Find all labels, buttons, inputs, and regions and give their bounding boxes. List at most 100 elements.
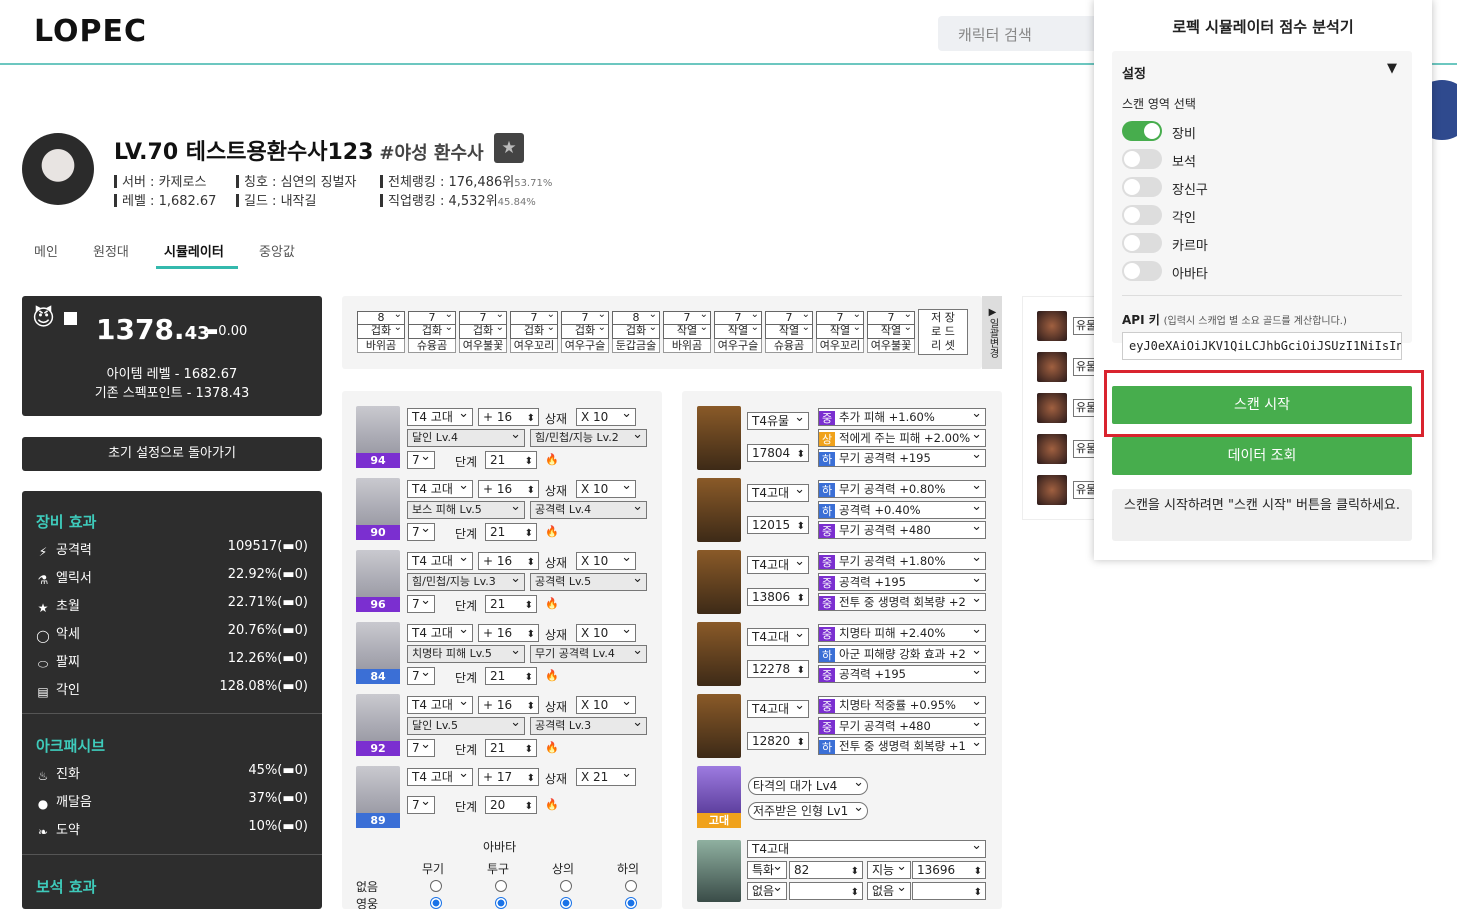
accessory-tier-select[interactable]: T4유물 <box>747 412 809 430</box>
bracelet-opt1-value[interactable] <box>789 882 863 900</box>
accessory-value-stepper[interactable]: 17804 <box>747 444 809 462</box>
bracelet-tier-select[interactable]: T4고대 <box>747 840 986 858</box>
gear-refine-stepper[interactable]: + 16 <box>478 480 539 498</box>
avatar-radio[interactable] <box>560 880 572 892</box>
gear-tier-select[interactable]: T4 고대 <box>407 624 473 642</box>
gear-tier-select[interactable]: T4 고대 <box>407 552 473 570</box>
engrave-grade-select[interactable]: 겁화 <box>510 322 558 339</box>
engrave-grade-select[interactable]: 겁화 <box>408 322 456 339</box>
engrave-grade-select[interactable]: 겁화 <box>459 322 507 339</box>
accessory-tier-select[interactable]: T4고대 <box>747 700 809 718</box>
score-checkbox[interactable] <box>64 312 77 325</box>
accessory-option-select[interactable]: 하 무기 공격력 +0.80% <box>818 480 986 498</box>
avatar-radio[interactable] <box>495 880 507 892</box>
gear-step-stepper[interactable]: 21 <box>485 739 537 757</box>
toggle-4[interactable] <box>1122 233 1162 253</box>
toggle-1[interactable] <box>1122 149 1162 169</box>
api-key-input[interactable]: eyJ0eXAiOiJKV1QiLCJhbGciOiJSUzI1NiIsIn <box>1122 332 1402 360</box>
gear-stage-select[interactable]: 7 <box>407 667 435 685</box>
tab-expedition[interactable]: 원정대 <box>93 241 129 260</box>
avatar-radio[interactable] <box>430 897 442 909</box>
gear-tier-select[interactable]: T4 고대 <box>407 408 473 426</box>
accessory-value-stepper[interactable]: 12820 <box>747 732 809 750</box>
gear-effect2-select[interactable]: 공격력 Lv.4 <box>530 501 647 519</box>
gear-step-stepper[interactable]: 21 <box>485 451 537 469</box>
gear-refine-stepper[interactable]: + 17 <box>478 768 539 786</box>
gear-multiplier-select[interactable]: X 10 <box>576 624 636 642</box>
gear-stage-select[interactable]: 7 <box>407 739 435 757</box>
engrave-grade-select[interactable]: 겁화 <box>357 322 405 339</box>
reset-button[interactable]: 초기 설정으로 돌아가기 <box>22 437 322 471</box>
gear-effect1-select[interactable]: 힘/민첩/지능 Lv.3 <box>407 573 525 591</box>
engrave-grade-select[interactable]: 겁화 <box>561 322 609 339</box>
accessory-option-select[interactable]: 중 공격력 +195 <box>818 665 986 683</box>
accessory-option-select[interactable]: 중 무기 공격력 +480 <box>818 521 986 539</box>
accessory-option-select[interactable]: 중 무기 공격력 +480 <box>818 716 986 735</box>
bracelet-stat2-value[interactable]: 13696 <box>912 861 986 879</box>
gear-multiplier-select[interactable]: X 10 <box>576 696 636 714</box>
accessory-tier-select[interactable]: T4고대 <box>747 628 809 646</box>
engrave-grade-select[interactable]: 작열 <box>714 322 762 339</box>
accessory-option-select[interactable]: 하 전투 중 생명력 회복량 +1 <box>818 737 986 755</box>
lopec-logo[interactable]: LOPEC <box>34 14 147 49</box>
bracelet-stat1-value[interactable]: 82 <box>789 861 863 879</box>
gear-step-stepper[interactable]: 20 <box>485 796 537 814</box>
gear-stage-select[interactable]: 7 <box>407 595 435 613</box>
bracelet-opt2-select[interactable]: 없음 <box>867 882 911 900</box>
gear-effect2-select[interactable]: 공격력 Lv.3 <box>530 717 647 735</box>
gear-tier-select[interactable]: T4 고대 <box>407 768 473 786</box>
accessory-option-select[interactable]: 상 적에게 주는 피해 +2.00% <box>818 428 986 447</box>
gear-multiplier-select[interactable]: X 10 <box>576 408 636 426</box>
accessory-value-stepper[interactable]: 13806 <box>747 588 809 606</box>
accessory-option-select[interactable]: 중 무기 공격력 +1.80% <box>818 552 986 570</box>
collapse-arrow-icon[interactable]: ▼ <box>1387 61 1397 76</box>
avatar-radio[interactable] <box>560 897 572 909</box>
toggle-5[interactable] <box>1122 261 1162 281</box>
accessory-option-select[interactable]: 하 아군 피해량 강화 효과 +2 <box>818 644 986 663</box>
gear-effect2-select[interactable]: 무기 공격력 Lv.4 <box>530 645 647 663</box>
gear-stage-select[interactable]: 7 <box>407 796 435 814</box>
gear-refine-stepper[interactable]: + 16 <box>478 624 539 642</box>
gear-effect1-select[interactable]: 보스 피해 Lv.5 <box>407 501 525 519</box>
character-search-input[interactable]: 캐릭터 검색 <box>938 16 1098 51</box>
gear-step-stepper[interactable]: 21 <box>485 595 537 613</box>
gear-tier-select[interactable]: T4 고대 <box>407 696 473 714</box>
toggle-2[interactable] <box>1122 177 1162 197</box>
toggle-3[interactable] <box>1122 205 1162 225</box>
gear-stage-select[interactable]: 7 <box>407 523 435 541</box>
avatar-radio[interactable] <box>625 897 637 909</box>
accessory-tier-select[interactable]: T4고대 <box>747 556 809 574</box>
engrave-grade-select[interactable]: 겁화 <box>612 322 660 339</box>
accessory-option-select[interactable]: 중 추가 피해 +1.60% <box>818 408 986 426</box>
accessory-value-stepper[interactable]: 12015 <box>747 516 809 534</box>
gear-stage-select[interactable]: 7 <box>407 451 435 469</box>
accessory-option-select[interactable]: 중 전투 중 생명력 회복량 +2 <box>818 593 986 611</box>
accessory-option-select[interactable]: 중 치명타 피해 +2.40% <box>818 624 986 642</box>
favorite-star-icon[interactable]: ★ <box>494 133 524 163</box>
accessory-tier-select[interactable]: T4고대 <box>747 484 809 502</box>
gear-multiplier-select[interactable]: X 21 <box>576 768 636 786</box>
gear-multiplier-select[interactable]: X 10 <box>576 480 636 498</box>
engrave-grade-select[interactable]: 작열 <box>663 322 711 339</box>
accessory-option-select[interactable]: 중 공격력 +195 <box>818 572 986 591</box>
toggle-0[interactable] <box>1122 121 1162 141</box>
avatar-radio[interactable] <box>625 880 637 892</box>
accessory-option-select[interactable]: 하 무기 공격력 +195 <box>818 449 986 467</box>
avatar-radio[interactable] <box>430 880 442 892</box>
gear-effect1-select[interactable]: 달인 Lv.4 <box>407 429 525 447</box>
tab-median[interactable]: 중앙값 <box>259 241 295 260</box>
engrave-grade-select[interactable]: 작열 <box>867 322 915 339</box>
accessory-value-stepper[interactable]: 12278 <box>747 660 809 678</box>
tab-main[interactable]: 메인 <box>34 241 58 260</box>
gear-multiplier-select[interactable]: X 10 <box>576 552 636 570</box>
data-lookup-button[interactable]: 데이터 조회 <box>1112 437 1412 475</box>
gear-effect2-select[interactable]: 공격력 Lv.5 <box>530 573 647 591</box>
bracelet-opt1-select[interactable]: 없음 <box>747 882 787 900</box>
bracelet-opt2-value[interactable] <box>912 882 986 900</box>
save-load-reset-button[interactable]: 저 장로 드리 셋 <box>918 309 968 355</box>
gear-refine-stepper[interactable]: + 16 <box>478 408 539 426</box>
accessory-option-select[interactable]: 중 치명타 적중률 +0.95% <box>818 696 986 714</box>
tab-simulator[interactable]: 시뮬레이터 <box>164 241 224 260</box>
stone-option-1[interactable]: 타격의 대가 Lv4 <box>748 777 868 795</box>
accessory-option-select[interactable]: 하 공격력 +0.40% <box>818 500 986 519</box>
